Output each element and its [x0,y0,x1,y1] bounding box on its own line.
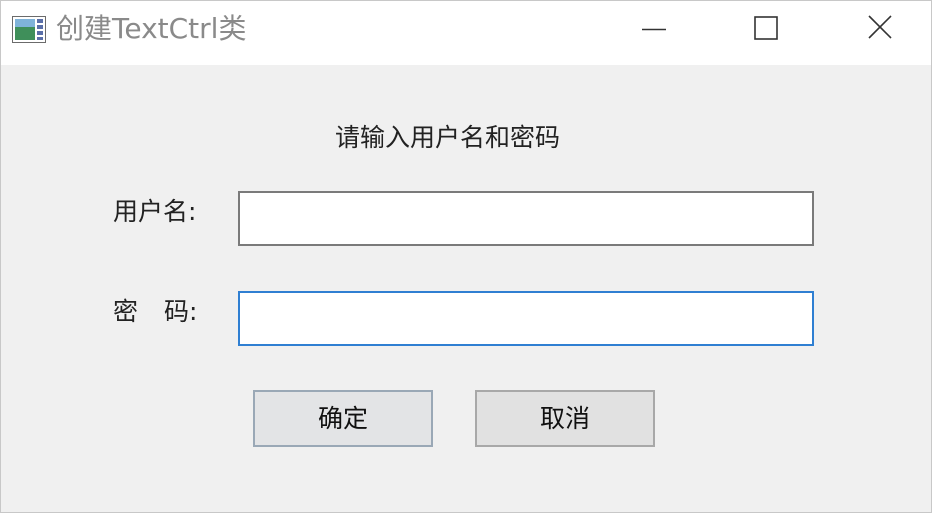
maximize-icon [754,16,778,40]
password-label: 密码: [113,295,197,329]
password-label-char2: 码: [164,297,198,326]
minimize-button[interactable] [599,1,709,57]
username-label: 用户名: [113,197,197,226]
cancel-button[interactable]: 取消 [475,390,655,447]
dialog-client-area: 请输入用户名和密码 用户名: 密码: 确定 取消 [1,65,931,512]
form-heading: 请输入用户名和密码 [335,123,561,152]
minimize-icon [642,28,666,31]
ok-button[interactable]: 确定 [253,390,433,447]
username-field[interactable] [238,191,814,246]
close-button[interactable] [823,1,932,57]
password-field[interactable] [238,291,814,346]
password-label-char1: 密 [113,297,139,326]
app-window-icon [12,16,46,43]
title-bar[interactable]: 创建TextCtrl类 [1,1,931,65]
close-icon [868,15,892,39]
maximize-button[interactable] [711,1,821,57]
window-title: 创建TextCtrl类 [56,12,247,45]
dialog-window: 创建TextCtrl类 请输入用户名和密码 用户名: 密码: 确定 取消 [0,0,932,513]
